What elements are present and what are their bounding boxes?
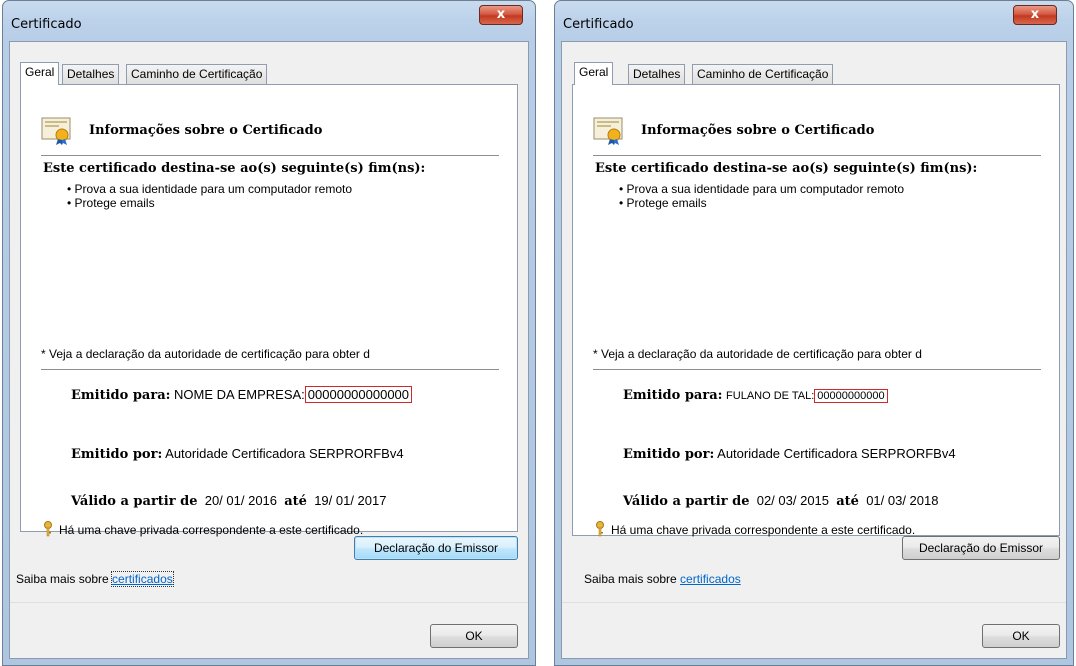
tab-detalhes[interactable]: Detalhes [62, 64, 120, 84]
valid-to-label: até [836, 494, 859, 509]
key-icon [596, 521, 604, 537]
issued-to-value: NOME DA EMPRESA: [174, 387, 305, 402]
purpose-list: • Prova a sua identidade para um computa… [67, 182, 352, 210]
tab-geral[interactable]: Geral [574, 62, 614, 85]
certificate-icon [41, 117, 71, 145]
issued-by-label: Emitido por: [623, 447, 715, 462]
valid-from-label: Válido a partir de [71, 494, 198, 509]
footer-divider [562, 602, 1066, 603]
valid-from-value: 02/ 03/ 2015 [756, 493, 830, 508]
purpose-item: • Protege emails [619, 196, 707, 210]
authority-note: * Veja a declaração da autoridade de cer… [593, 347, 922, 361]
key-icon [44, 521, 52, 537]
valid-to-label: até [284, 494, 307, 509]
purpose-heading: Este certificado destina-se ao(s) seguin… [595, 161, 978, 176]
private-key-note: Há uma chave privada correspondente a es… [611, 523, 916, 537]
close-button[interactable]: x [479, 5, 523, 25]
issuer-statement-button[interactable]: Declaração do Emissor [354, 536, 518, 560]
title-bar[interactable]: Certificado x [3, 1, 535, 41]
footer-divider [10, 602, 528, 603]
valid-from-label: Válido a partir de [623, 494, 750, 509]
learn-more-text: Saiba mais sobre [16, 572, 113, 586]
issued-to-id-highlight: 00000000000 [814, 389, 888, 403]
issued-by-row: Emitido por: Autoridade Certificadora SE… [623, 446, 956, 462]
tab-geral[interactable]: Geral [20, 62, 60, 85]
purpose-item: • Protege emails [67, 196, 155, 210]
ok-button[interactable]: OK [982, 624, 1060, 648]
issued-to-id-highlight: 00000000000000 [304, 386, 413, 403]
tab-caminho[interactable]: Caminho de Certificação [126, 64, 268, 84]
purpose-item: • Prova a sua identidade para um computa… [67, 182, 353, 196]
certificate-icon [593, 117, 623, 145]
title-bar[interactable]: Certificado x [555, 1, 1073, 41]
close-button[interactable]: x [1013, 5, 1057, 25]
window-title: Certificado [563, 17, 634, 32]
issued-by-label: Emitido por: [71, 447, 163, 462]
ok-button[interactable]: OK [430, 624, 518, 648]
purpose-heading: Este certificado destina-se ao(s) seguin… [43, 161, 426, 176]
general-panel: Informações sobre o Certificado Este cer… [20, 84, 518, 537]
learn-more-text: Saiba mais sobre [584, 572, 681, 586]
purpose-list: • Prova a sua identidade para um computa… [619, 182, 904, 210]
issued-to-row: Emitido para: NOME DA EMPRESA: 0000000000… [71, 386, 413, 403]
private-key-row: Há uma chave privada correspondente a es… [41, 521, 363, 537]
dialog-body: Geral Detalhes Caminho de Certificação I… [561, 41, 1067, 659]
issued-to-row: Emitido para: FULANO DE TAL: 00000000000 [623, 387, 888, 403]
certificate-dialog-right: Certificado x Geral Detalhes Caminho de … [554, 0, 1074, 666]
purpose-item: • Prova a sua identidade para um computa… [619, 182, 905, 196]
issued-by-value: Autoridade Certificadora SERPRORFBv4 [717, 446, 956, 461]
tab-caminho[interactable]: Caminho de Certificação [692, 64, 834, 84]
validity-row: Válido a partir de 20/ 01/ 2016 até 19/ … [71, 493, 386, 509]
close-icon: x [1030, 7, 1040, 22]
window-title: Certificado [11, 17, 82, 32]
info-title: Informações sobre o Certificado [89, 123, 323, 138]
private-key-row: Há uma chave privada correspondente a es… [593, 521, 915, 537]
valid-to-value: 19/ 01/ 2017 [314, 493, 387, 508]
general-panel: Informações sobre o Certificado Este cer… [572, 84, 1060, 537]
validity-row: Válido a partir de 02/ 03/ 2015 até 01/ … [623, 493, 938, 509]
valid-from-value: 20/ 01/ 2016 [204, 493, 278, 508]
divider [593, 369, 1041, 370]
learn-more: Saiba mais sobre certificados [16, 571, 174, 587]
issued-to-value: FULANO DE TAL: [726, 390, 815, 402]
valid-to-value: 01/ 03/ 2018 [866, 493, 939, 508]
issuer-statement-button[interactable]: Declaração do Emissor [902, 536, 1060, 560]
certificates-link[interactable]: certificados [111, 571, 174, 587]
issued-by-row: Emitido por: Autoridade Certificadora SE… [71, 446, 404, 462]
close-icon: x [496, 7, 506, 22]
issued-by-value: Autoridade Certificadora SERPRORFBv4 [165, 446, 404, 461]
info-title: Informações sobre o Certificado [641, 123, 875, 138]
dialog-body: Geral Detalhes Caminho de Certificação I… [9, 41, 529, 659]
tab-detalhes[interactable]: Detalhes [628, 64, 686, 84]
issued-to-label: Emitido para: [623, 388, 723, 403]
certificates-link[interactable]: certificados [680, 572, 741, 586]
divider [41, 369, 499, 370]
divider [41, 155, 499, 156]
issued-to-label: Emitido para: [71, 388, 171, 403]
authority-note: * Veja a declaração da autoridade de cer… [41, 347, 370, 361]
divider [593, 155, 1041, 156]
learn-more: Saiba mais sobre certificados [584, 572, 741, 586]
private-key-note: Há uma chave privada correspondente a es… [59, 523, 364, 537]
certificate-dialog-left: Certificado x Geral Detalhes Caminho de … [2, 0, 536, 666]
